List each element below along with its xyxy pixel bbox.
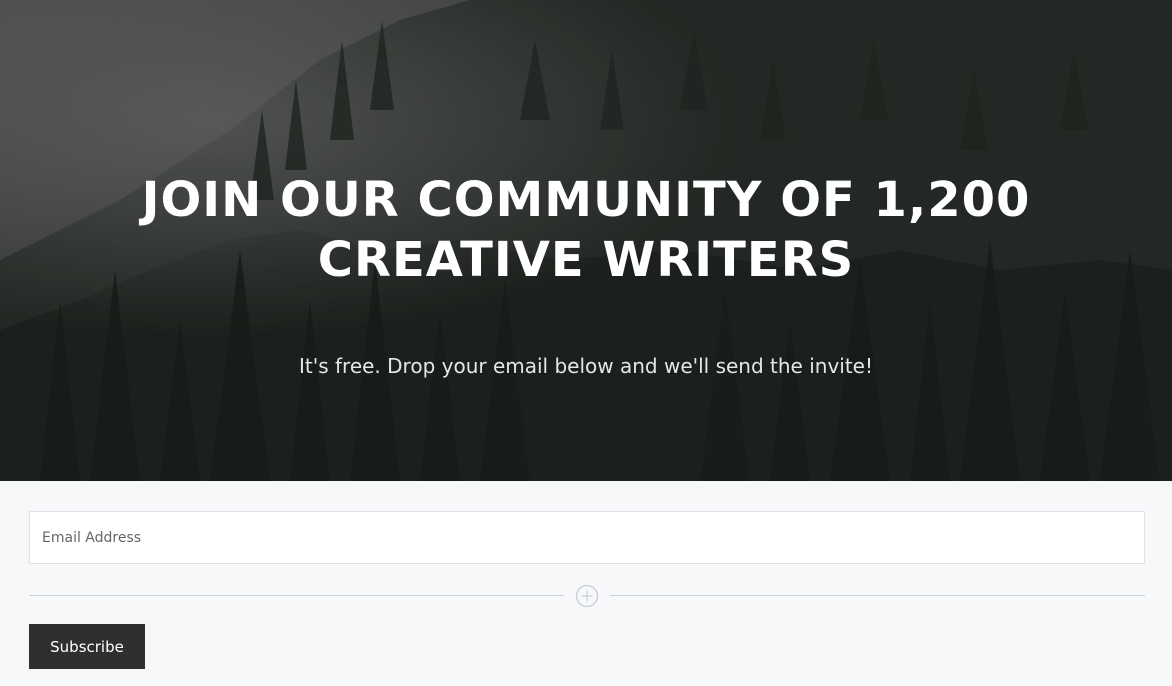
- hero-title-line-2: CREATIVE WRITERS: [317, 232, 855, 288]
- divider-line-left: [29, 595, 564, 596]
- subscribe-button[interactable]: Subscribe: [29, 624, 145, 669]
- email-field[interactable]: [29, 511, 1145, 564]
- divider-line-right: [610, 595, 1145, 596]
- hero-banner: JOIN OUR COMMUNITY OF 1,200 CREATIVE WRI…: [0, 0, 1172, 481]
- subscribe-form: Subscribe: [0, 481, 1172, 686]
- plus-circle-icon: [575, 584, 599, 608]
- hero-subtitle: It's free. Drop your email below and we'…: [298, 354, 874, 378]
- hero-title-line-1: JOIN OUR COMMUNITY OF 1,200: [141, 172, 1031, 228]
- hero-title: JOIN OUR COMMUNITY OF 1,200 CREATIVE WRI…: [0, 170, 1172, 290]
